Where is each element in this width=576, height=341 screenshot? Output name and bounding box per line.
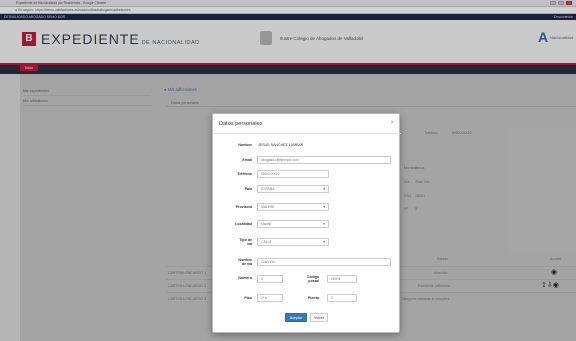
datos-personales-modal: Datos personales × Nombre JESUS SANCHEZ … [212, 113, 401, 333]
piso-label: Piso [244, 296, 252, 300]
chevron-down-icon: ▾ [323, 222, 325, 226]
chevron-down-icon: ▾ [323, 205, 325, 209]
modal-divider [213, 133, 401, 134]
pais-select[interactable]: ESPAÑA ▾ [257, 185, 329, 193]
localidad-select[interactable]: Madrid ▾ [257, 220, 329, 228]
nombre-via-label: Nombre de vía [212, 258, 252, 266]
chevron-down-icon: ▾ [323, 240, 325, 244]
email-label: Email [242, 158, 252, 162]
accept-button[interactable]: Aceptar [285, 313, 307, 322]
chevron-down-icon: ▾ [323, 187, 325, 191]
close-icon[interactable]: × [390, 120, 394, 126]
nombre-label: Nombre [238, 143, 252, 147]
email-field[interactable]: abogado1@ejemplo.com [257, 156, 391, 164]
tipo-via-select[interactable]: CALLE ▾ [257, 238, 329, 246]
codigo-postal-field[interactable]: 28001 [327, 275, 357, 283]
localidad-label: Localidad [235, 222, 252, 226]
pais-selected: ESPAÑA [261, 187, 275, 191]
tipo-via-selected: CALLE [261, 240, 272, 244]
codigo-postal-label: Código postal [279, 275, 319, 283]
nombre-value: JESUS SANCHEZ LAMBAR [258, 143, 304, 147]
localidad-selected: Madrid [261, 222, 272, 226]
provincia-label: Provincia [235, 205, 252, 209]
puerta-label: Puerta [307, 296, 319, 300]
telefono-field[interactable]: 600XXXX22 [257, 170, 329, 178]
provincia-selected: MADRID [261, 205, 275, 209]
provincia-select[interactable]: MADRID ▾ [257, 203, 329, 211]
nombre-via-field[interactable]: Gran Vía [257, 258, 391, 266]
tipo-via-label-line2: vía [247, 242, 252, 246]
pais-label: País [244, 187, 252, 191]
back-button[interactable]: Volver [310, 313, 328, 322]
telefono-label: Teléfono [237, 172, 252, 176]
modal-title: Datos personales [219, 121, 263, 127]
codigo-postal-label-line2: postal [308, 279, 319, 283]
tipo-via-label: Tipo de vía [212, 238, 252, 246]
nombre-via-label-line2: de vía [241, 262, 252, 266]
puerta-field[interactable]: C [327, 294, 357, 302]
numero-label: Número [238, 276, 252, 280]
